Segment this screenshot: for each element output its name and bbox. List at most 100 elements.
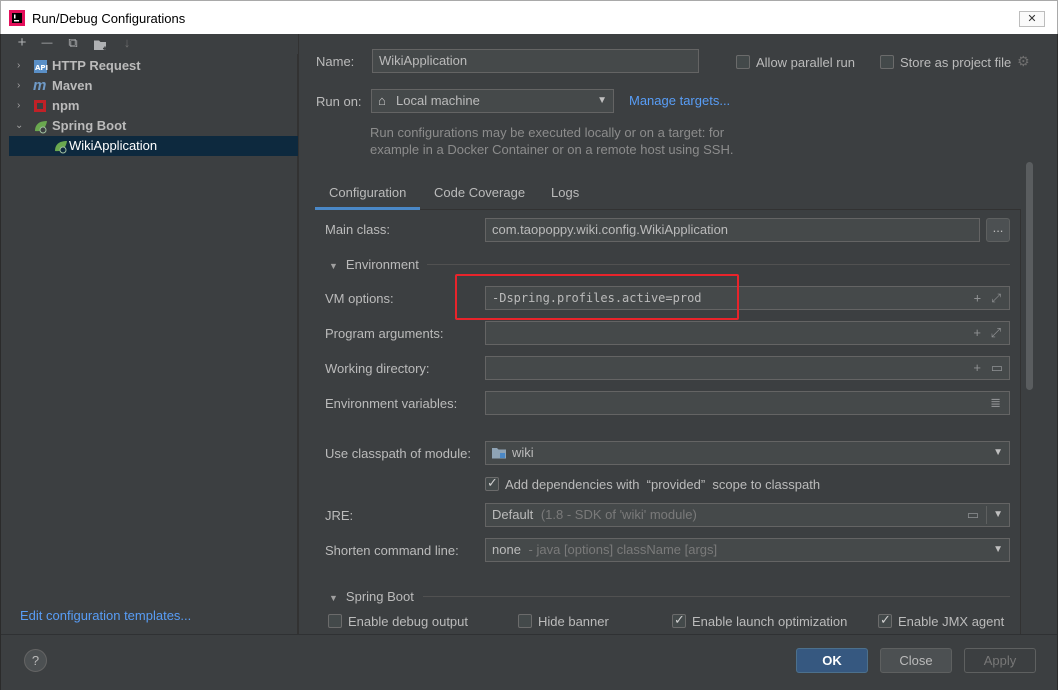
- plus-icon[interactable]: +: [973, 322, 981, 344]
- maven-icon: m: [33, 77, 47, 94]
- tree-item-wikiapplication[interactable]: WikiApplication: [9, 136, 298, 156]
- main-class-label: Main class:: [325, 222, 391, 237]
- name-label: Name:: [316, 54, 355, 69]
- vm-options-label: VM options:: [325, 291, 394, 306]
- classpath-value: wiki: [512, 445, 534, 460]
- jre-hint: (1.8 - SDK of 'wiki' module): [540, 507, 697, 522]
- tab-logs[interactable]: Logs: [551, 185, 579, 200]
- highlight-annotation: [455, 274, 739, 320]
- jre-label: JRE:: [325, 508, 354, 523]
- folder-icon[interactable]: ▭: [967, 504, 979, 526]
- jre-select[interactable]: Default (1.8 - SDK of 'wiki' module) ▭ ▼: [485, 503, 1010, 527]
- collapse-triangle-icon: ▼: [329, 593, 338, 603]
- tree-item-label: HTTP Request: [52, 58, 141, 73]
- spring-app-icon: [55, 141, 67, 154]
- environment-title-text: Environment: [345, 257, 419, 272]
- chevron-down-icon[interactable]: ⌄: [15, 116, 23, 136]
- tree-item-http-request[interactable]: › API HTTP Request: [9, 56, 298, 76]
- config-tabs: Configuration Code Coverage Logs: [315, 181, 1021, 210]
- chevron-down-icon: ▼: [993, 544, 1003, 555]
- manage-targets-link[interactable]: Manage targets...: [629, 93, 730, 108]
- run-on-label: Run on:: [316, 94, 362, 109]
- enable-jmx-checkbox[interactable]: [878, 612, 892, 628]
- plus-icon[interactable]: +: [974, 287, 981, 309]
- tree-item-label: WikiApplication: [69, 138, 158, 153]
- folder-icon[interactable]: ▭: [991, 357, 1003, 379]
- add-deps-checkbox[interactable]: [485, 475, 499, 491]
- expand-icon[interactable]: ⤢: [991, 322, 1001, 344]
- tree-item-npm[interactable]: › npm: [9, 96, 298, 116]
- env-vars-input[interactable]: ≣: [485, 391, 1010, 415]
- add-icon[interactable]: +: [14, 35, 30, 51]
- enable-debug-checkbox[interactable]: [328, 614, 342, 628]
- spring-boot-section-title[interactable]: ▼ Spring Boot: [329, 589, 414, 604]
- scrollbar[interactable]: [1026, 162, 1033, 390]
- run-on-select[interactable]: ⌂ Local machine ▼: [371, 89, 614, 113]
- help-button[interactable]: ?: [24, 649, 47, 672]
- remove-icon[interactable]: —: [39, 35, 55, 51]
- chevron-down-icon: ▼: [597, 95, 607, 106]
- expand-icon[interactable]: ⤢: [991, 287, 1001, 309]
- store-project-checkbox[interactable]: [880, 55, 894, 69]
- tree-item-label: Maven: [52, 78, 93, 93]
- run-on-value: Local machine: [396, 93, 480, 108]
- ok-button[interactable]: OK: [796, 648, 868, 673]
- enable-launch-checkbox[interactable]: [672, 612, 686, 628]
- npm-icon: [34, 100, 46, 112]
- window-title: Run/Debug Configurations: [32, 11, 186, 26]
- gear-icon[interactable]: ⚙: [1017, 53, 1030, 70]
- close-icon: ✕: [1027, 13, 1037, 25]
- edit-templates-link[interactable]: Edit configuration templates...: [20, 608, 191, 623]
- env-vars-label: Environment variables:: [325, 396, 458, 411]
- close-button[interactable]: Close: [880, 648, 952, 673]
- plus-icon[interactable]: +: [973, 357, 981, 379]
- name-input[interactable]: WikiApplication: [372, 49, 699, 73]
- enable-jmx-label: Enable JMX agent: [898, 614, 1005, 629]
- tab-configuration[interactable]: Configuration: [329, 185, 406, 200]
- classpath-select[interactable]: wiki ▼: [485, 441, 1010, 465]
- config-tree: › API HTTP Request › m Maven › npm ⌄ Spr…: [9, 54, 298, 634]
- collapse-triangle-icon: ▼: [329, 261, 338, 271]
- classpath-label: Use classpath of module:: [325, 446, 471, 461]
- environment-section-title[interactable]: ▼ Environment: [329, 257, 419, 272]
- tree-toolbar: + — ⧉ ↓: [9, 34, 298, 54]
- spring-boot-title-text: Spring Boot: [345, 589, 414, 604]
- sort-icon[interactable]: ↓: [119, 35, 135, 51]
- apply-button[interactable]: Apply: [964, 648, 1036, 673]
- config-editor: Name: WikiApplication Allow parallel run…: [299, 34, 1049, 634]
- new-folder-icon[interactable]: [93, 37, 109, 53]
- shorten-select[interactable]: none - java [options] className [args] ▼: [485, 538, 1010, 562]
- tree-item-label: Spring Boot: [52, 118, 127, 133]
- allow-parallel-checkbox[interactable]: [736, 55, 750, 69]
- main-class-input[interactable]: com.taopoppy.wiki.config.WikiApplication: [485, 218, 980, 242]
- chevron-right-icon[interactable]: ›: [17, 96, 20, 116]
- tree-item-maven[interactable]: › m Maven: [9, 76, 298, 96]
- list-icon[interactable]: ≣: [990, 392, 1001, 414]
- browse-main-class-button[interactable]: ...: [986, 218, 1010, 242]
- tab-code-coverage[interactable]: Code Coverage: [434, 185, 525, 200]
- working-dir-input[interactable]: + ▭: [485, 356, 1010, 380]
- program-args-label: Program arguments:: [325, 326, 444, 341]
- chevron-down-icon: ▼: [993, 447, 1003, 458]
- intellij-app-icon: [9, 10, 25, 26]
- run-on-hint-line1: Run configurations may be executed local…: [370, 125, 725, 140]
- enable-debug-label: Enable debug output: [348, 614, 468, 629]
- chevron-down-icon[interactable]: ▼: [993, 504, 1003, 526]
- close-window-button[interactable]: ✕: [1019, 11, 1045, 27]
- tree-item-spring-boot[interactable]: ⌄ Spring Boot: [9, 116, 298, 136]
- program-args-input[interactable]: + ⤢: [485, 321, 1010, 345]
- run-on-hint-line2: example in a Docker Container or on a re…: [370, 142, 734, 157]
- copy-icon[interactable]: ⧉: [65, 35, 81, 51]
- jre-value: Default: [492, 507, 534, 522]
- hide-banner-checkbox[interactable]: [518, 614, 532, 628]
- chevron-right-icon[interactable]: ›: [17, 56, 20, 76]
- section-divider: [427, 264, 1010, 265]
- config-tree-panel: + — ⧉ ↓ › API HTTP Request › m Maven › n…: [9, 34, 298, 634]
- module-folder-icon: [492, 448, 506, 459]
- shorten-label: Shorten command line:: [325, 543, 459, 558]
- home-icon: ⌂: [378, 93, 386, 108]
- shorten-value: none: [492, 542, 521, 557]
- dialog-body: + — ⧉ ↓ › API HTTP Request › m Maven › n…: [0, 34, 1058, 690]
- chevron-right-icon[interactable]: ›: [17, 76, 20, 96]
- add-deps-label: Add dependencies with “provided” scope t…: [505, 477, 821, 492]
